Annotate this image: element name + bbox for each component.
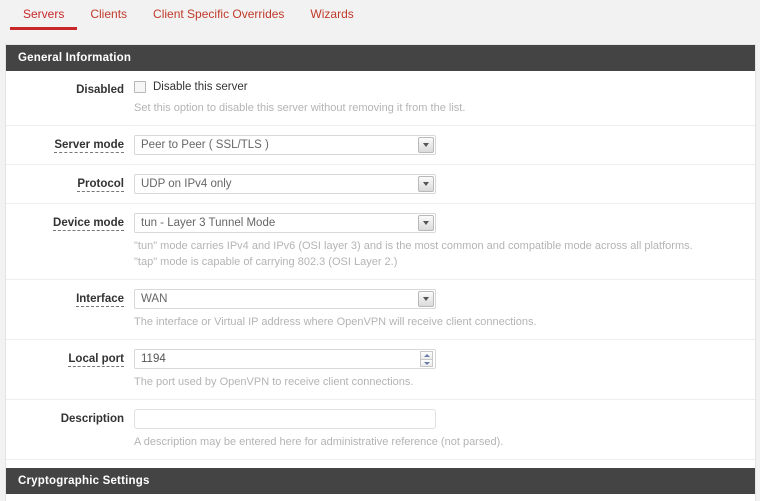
local-port-value: 1194	[141, 353, 166, 365]
stepper-down-icon[interactable]	[420, 359, 433, 367]
protocol-select[interactable]: UDP on IPv4 only	[134, 174, 436, 194]
control-disabled: Disable this server Set this option to d…	[134, 80, 755, 116]
control-device-mode: tun - Layer 3 Tunnel Mode "tun" mode car…	[134, 213, 755, 270]
general-information-body: Disabled Disable this server Set this op…	[6, 71, 755, 460]
chevron-down-icon[interactable]	[418, 215, 434, 231]
label-interface: Interface	[6, 289, 134, 330]
local-port-input[interactable]: 1194	[134, 349, 436, 369]
settings-panel: General Information Disabled Disable thi…	[5, 44, 756, 501]
label-local-port: Local port	[6, 349, 134, 390]
row-disabled: Disabled Disable this server Set this op…	[6, 71, 755, 126]
tab-client-specific-overrides-label: Client Specific Overrides	[153, 7, 285, 21]
disabled-help-text: Set this option to disable this server w…	[134, 102, 466, 114]
tab-client-specific-overrides[interactable]: Client Specific Overrides	[140, 0, 297, 29]
tab-wizards-label: Wizards	[310, 7, 354, 21]
label-device-mode-text: Device mode	[53, 217, 124, 231]
server-mode-select[interactable]: Peer to Peer ( SSL/TLS )	[134, 135, 436, 155]
interface-value: WAN	[141, 293, 168, 305]
control-server-mode: Peer to Peer ( SSL/TLS )	[134, 135, 755, 155]
cryptographic-settings-body: TLS Configuration Use a TLS Key A TLS ke…	[6, 494, 755, 501]
label-server-mode: Server mode	[6, 135, 134, 155]
control-protocol: UDP on IPv4 only	[134, 174, 755, 194]
label-protocol: Protocol	[6, 174, 134, 194]
row-local-port: Local port 1194 The port used by OpenVPN…	[6, 340, 755, 400]
label-disabled-text: Disabled	[76, 84, 124, 96]
control-description: A description may be entered here for ad…	[134, 409, 755, 450]
device-mode-help-line1: "tun" mode carries IPv4 and IPv6 (OSI la…	[134, 240, 693, 252]
stepper-up-icon[interactable]	[420, 351, 433, 359]
general-information-heading: General Information	[6, 45, 755, 71]
device-mode-help-line2: "tap" mode is capable of carrying 802.3 …	[134, 256, 398, 268]
device-mode-select[interactable]: tun - Layer 3 Tunnel Mode	[134, 213, 436, 233]
control-local-port: 1194 The port used by OpenVPN to receive…	[134, 349, 755, 390]
control-interface: WAN The interface or Virtual IP address …	[134, 289, 755, 330]
openvpn-server-config-page: Servers Clients Client Specific Override…	[0, 0, 760, 501]
disable-this-server-checkbox[interactable]	[134, 81, 146, 93]
row-interface: Interface WAN The interface or Virtual I…	[6, 280, 755, 340]
interface-help-text: The interface or Virtual IP address wher…	[134, 316, 537, 328]
row-description: Description A description may be entered…	[6, 400, 755, 460]
local-port-stepper[interactable]	[420, 351, 433, 367]
chevron-down-icon[interactable]	[418, 176, 434, 192]
server-mode-value: Peer to Peer ( SSL/TLS )	[141, 139, 269, 151]
tab-servers[interactable]: Servers	[10, 0, 78, 30]
row-protocol: Protocol UDP on IPv4 only	[6, 165, 755, 204]
nav-tabs: Servers Clients Client Specific Override…	[0, 0, 760, 30]
tab-clients-label: Clients	[90, 7, 128, 21]
chevron-down-icon[interactable]	[418, 291, 434, 307]
local-port-help-text: The port used by OpenVPN to receive clie…	[134, 376, 414, 388]
device-mode-value: tun - Layer 3 Tunnel Mode	[141, 217, 276, 229]
label-description: Description	[6, 409, 134, 450]
description-input[interactable]	[134, 409, 436, 429]
label-server-mode-text: Server mode	[54, 139, 124, 153]
label-disabled: Disabled	[6, 80, 134, 116]
label-protocol-text: Protocol	[77, 178, 124, 192]
disable-this-server-row[interactable]: Disable this server	[134, 80, 745, 95]
tab-wizards[interactable]: Wizards	[297, 0, 366, 29]
protocol-value: UDP on IPv4 only	[141, 178, 232, 190]
tab-clients[interactable]: Clients	[77, 0, 140, 29]
disable-this-server-label: Disable this server	[153, 81, 248, 93]
tab-servers-label: Servers	[23, 7, 65, 21]
row-tls-configuration: TLS Configuration Use a TLS Key A TLS ke…	[6, 494, 755, 501]
cryptographic-settings-heading: Cryptographic Settings	[6, 468, 755, 494]
interface-select[interactable]: WAN	[134, 289, 436, 309]
label-description-text: Description	[60, 413, 124, 425]
label-device-mode: Device mode	[6, 213, 134, 270]
label-local-port-text: Local port	[68, 353, 124, 367]
row-server-mode: Server mode Peer to Peer ( SSL/TLS )	[6, 126, 755, 165]
description-help-text: A description may be entered here for ad…	[134, 436, 504, 448]
label-interface-text: Interface	[76, 293, 124, 307]
row-device-mode: Device mode tun - Layer 3 Tunnel Mode "t…	[6, 204, 755, 280]
chevron-down-icon[interactable]	[418, 137, 434, 153]
